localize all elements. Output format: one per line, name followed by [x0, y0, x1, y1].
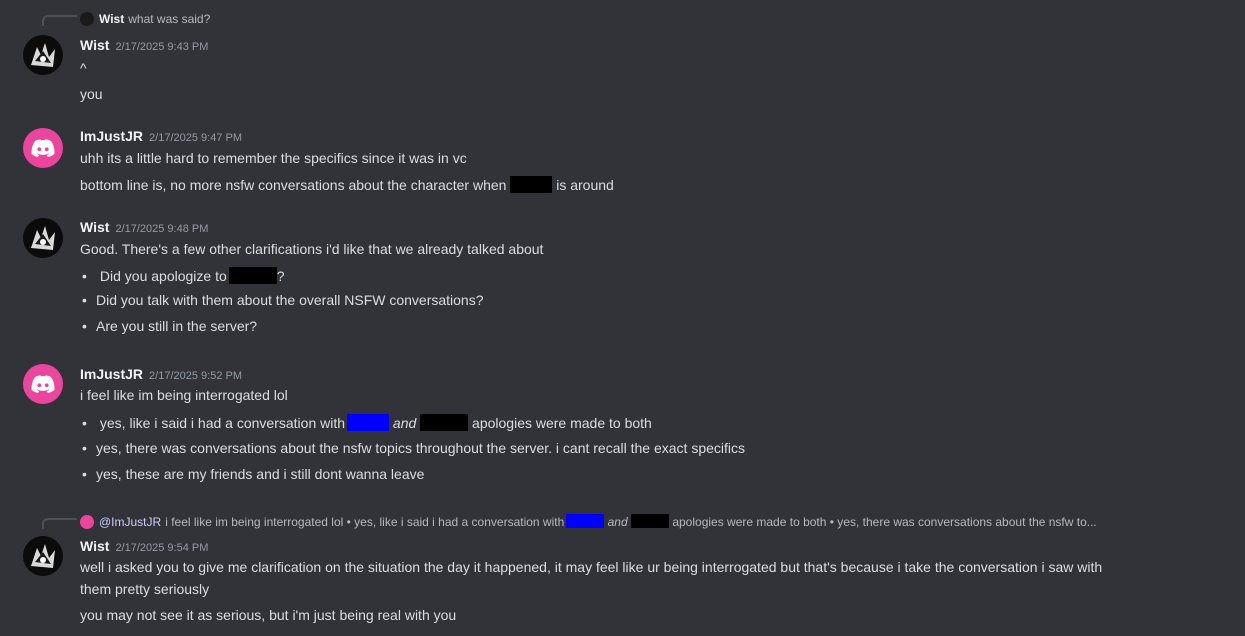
message-text: and — [392, 415, 417, 431]
reply-text: apologies were made to both • yes, there… — [672, 515, 1097, 529]
message-text: is around — [556, 177, 614, 193]
message-text: bottom line is, no more nsfw conversatio… — [80, 177, 507, 193]
reply-author: Wist — [99, 12, 125, 26]
timestamp: 2/17/2025 9:43 PM — [115, 41, 209, 53]
message-line: uhh its a little hard to remember the sp… — [80, 150, 467, 166]
username[interactable]: ImJustJR — [80, 128, 143, 144]
avatar[interactable] — [23, 218, 63, 258]
avatar[interactable] — [23, 364, 63, 404]
timestamp: 2/17/2025 9:52 PM — [149, 370, 242, 382]
reply-text: i feel like im being interrogated lol • … — [165, 515, 565, 529]
message-header: Wist 2/17/2025 9:48 PM — [80, 219, 208, 237]
reply-text: what was said? — [128, 12, 211, 26]
list-item: Did you apologize to? — [80, 267, 285, 284]
message-line: ^ — [80, 60, 87, 76]
message-text: ? — [276, 268, 285, 284]
message-header: Wist 2/17/2025 9:54 PM — [80, 538, 208, 556]
message-line: Good. There's a few other clarifications… — [80, 241, 544, 257]
message-line: them pretty seriously — [80, 581, 210, 597]
reply-connector — [42, 15, 77, 26]
reply-connector — [42, 518, 77, 529]
message-text: Did you apologize to — [99, 268, 227, 284]
list-item: yes, like i said i had a conversation wi… — [80, 414, 652, 431]
redaction-box — [630, 514, 669, 528]
avatar[interactable] — [23, 35, 63, 75]
username[interactable]: Wist — [80, 538, 109, 554]
reply-preview[interactable]: Wist what was said? — [80, 12, 210, 26]
mention[interactable]: @ImJustJR — [99, 515, 161, 529]
timestamp: 2/17/2025 9:54 PM — [115, 542, 209, 554]
list-item: Did you talk with them about the overall… — [80, 292, 484, 308]
user-avatar-icon — [31, 43, 55, 67]
reply-preview[interactable]: @ImJustJR i feel like im being interrogat… — [80, 514, 1097, 529]
message-text: yes, like i said i had a conversation wi… — [99, 415, 346, 431]
message-header: Wist 2/17/2025 9:43 PM — [80, 37, 208, 55]
reply-avatar — [80, 12, 94, 26]
user-avatar-icon — [31, 544, 55, 568]
message-header: ImJustJR 2/17/2025 9:52 PM — [80, 366, 242, 384]
user-avatar-icon — [31, 226, 55, 250]
list-item: Are you still in the server? — [80, 318, 257, 334]
avatar[interactable] — [23, 128, 63, 168]
list-item: yes, these are my friends and i still do… — [80, 466, 424, 482]
username[interactable]: ImJustJR — [80, 366, 143, 382]
redaction-box — [420, 414, 469, 431]
redaction-box — [228, 267, 277, 284]
avatar[interactable] — [23, 536, 63, 576]
message-line: bottom line is, no more nsfw conversatio… — [80, 176, 614, 193]
message-line: well i asked you to give me clarificatio… — [80, 559, 1103, 575]
redaction-box — [510, 176, 553, 193]
message-header: ImJustJR 2/17/2025 9:47 PM — [80, 128, 242, 146]
redaction-box — [566, 514, 605, 528]
discord-logo-icon — [31, 375, 55, 393]
message-text: apologies were made to both — [472, 415, 652, 431]
message-line: you may not see it as serious, but i'm j… — [80, 607, 457, 623]
username[interactable]: Wist — [80, 219, 109, 235]
discord-logo-icon — [31, 139, 55, 157]
username[interactable]: Wist — [80, 37, 109, 53]
timestamp: 2/17/2025 9:48 PM — [115, 223, 209, 235]
reply-text: and — [607, 515, 628, 529]
message-line: you — [80, 86, 103, 102]
list-item: yes, there was conversations about the n… — [80, 440, 745, 456]
reply-avatar — [80, 515, 94, 529]
timestamp: 2/17/2025 9:47 PM — [149, 132, 242, 144]
message-line: i feel like im being interrogated lol — [80, 387, 288, 403]
redaction-box — [347, 414, 390, 431]
